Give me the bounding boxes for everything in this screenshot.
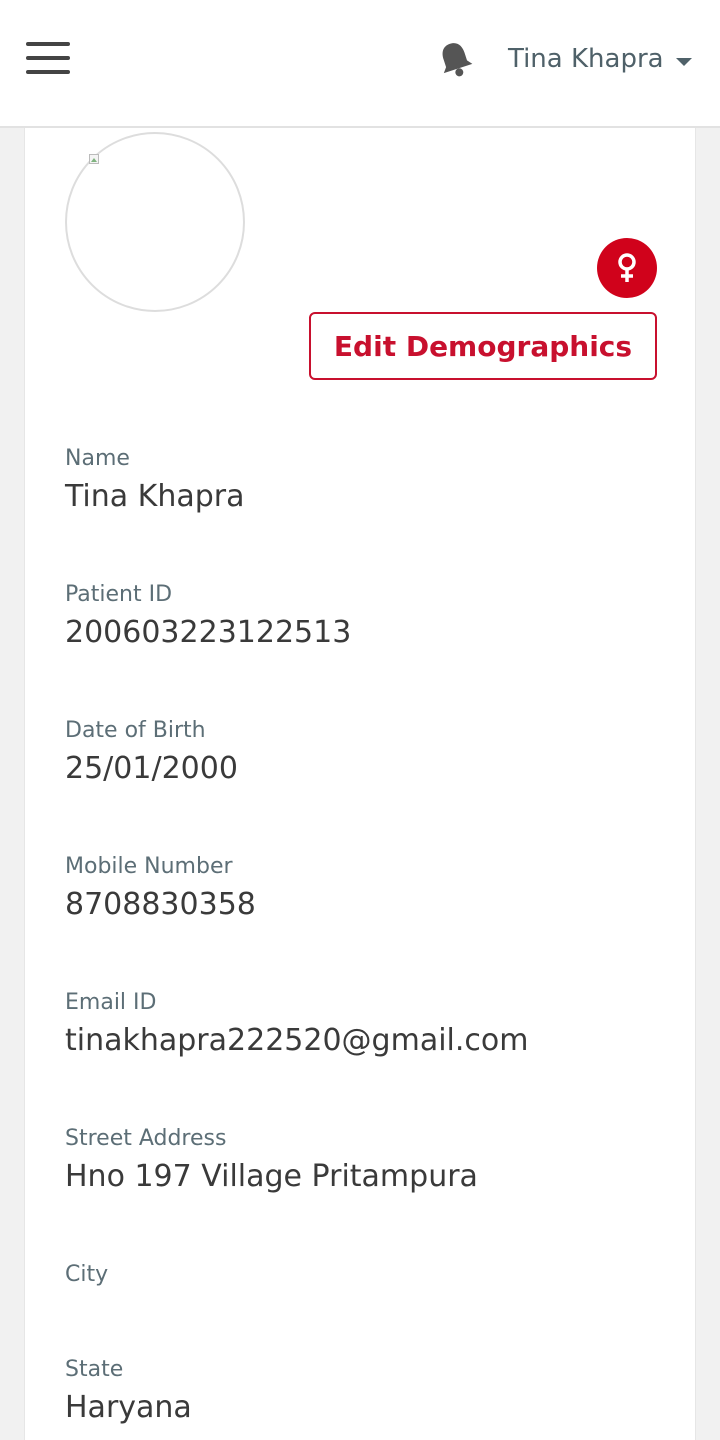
hamburger-icon-bar: [26, 42, 70, 46]
field-value: 200603223122513: [65, 615, 352, 650]
field-date-of-birth: Date of Birth 25/01/2000: [65, 716, 665, 790]
hamburger-icon-bar: [26, 70, 70, 74]
field-name: Name Tina Khapra: [65, 444, 665, 518]
hamburger-menu-button[interactable]: [26, 42, 70, 74]
female-symbol-icon: [618, 253, 636, 282]
field-value: Hno 197 Village Pritampura: [65, 1159, 478, 1194]
edit-demographics-button[interactable]: Edit Demographics: [309, 312, 657, 380]
field-email-id: Email ID tinakhapra222520@gmail.com: [65, 988, 665, 1062]
field-patient-id: Patient ID 200603223122513: [65, 580, 665, 654]
field-label: Street Address: [65, 1126, 227, 1151]
patient-demographics-card: Edit Demographics Name Tina Khapra Patie…: [24, 128, 696, 1440]
field-label: Patient ID: [65, 582, 173, 607]
field-value: tinakhapra222520@gmail.com: [65, 1023, 529, 1058]
user-name: Tina Khapra: [508, 44, 664, 74]
field-street-address: Street Address Hno 197 Village Pritampur…: [65, 1124, 665, 1198]
field-mobile-number: Mobile Number 8708830358: [65, 852, 665, 926]
caret-down-icon: [675, 58, 692, 66]
field-city: City: [65, 1260, 665, 1292]
field-value: 25/01/2000: [65, 751, 238, 786]
hamburger-icon-bar: [26, 56, 70, 60]
field-value: Haryana: [65, 1390, 192, 1425]
field-value: 8708830358: [65, 887, 256, 922]
field-label: State: [65, 1357, 124, 1382]
field-state: State Haryana: [65, 1355, 665, 1429]
user-menu-dropdown[interactable]: Tina Khapra: [508, 38, 692, 80]
field-label: City: [65, 1262, 109, 1287]
profile-avatar: [65, 132, 245, 312]
notifications-button[interactable]: [434, 38, 476, 80]
field-value: Tina Khapra: [65, 479, 245, 514]
bell-icon: [442, 43, 473, 77]
field-label: Name: [65, 446, 130, 471]
broken-image-icon: [89, 154, 99, 164]
top-app-bar: Tina Khapra: [0, 0, 720, 128]
field-label: Date of Birth: [65, 718, 206, 743]
field-label: Email ID: [65, 990, 157, 1015]
gender-badge: [597, 238, 657, 298]
field-label: Mobile Number: [65, 854, 233, 879]
